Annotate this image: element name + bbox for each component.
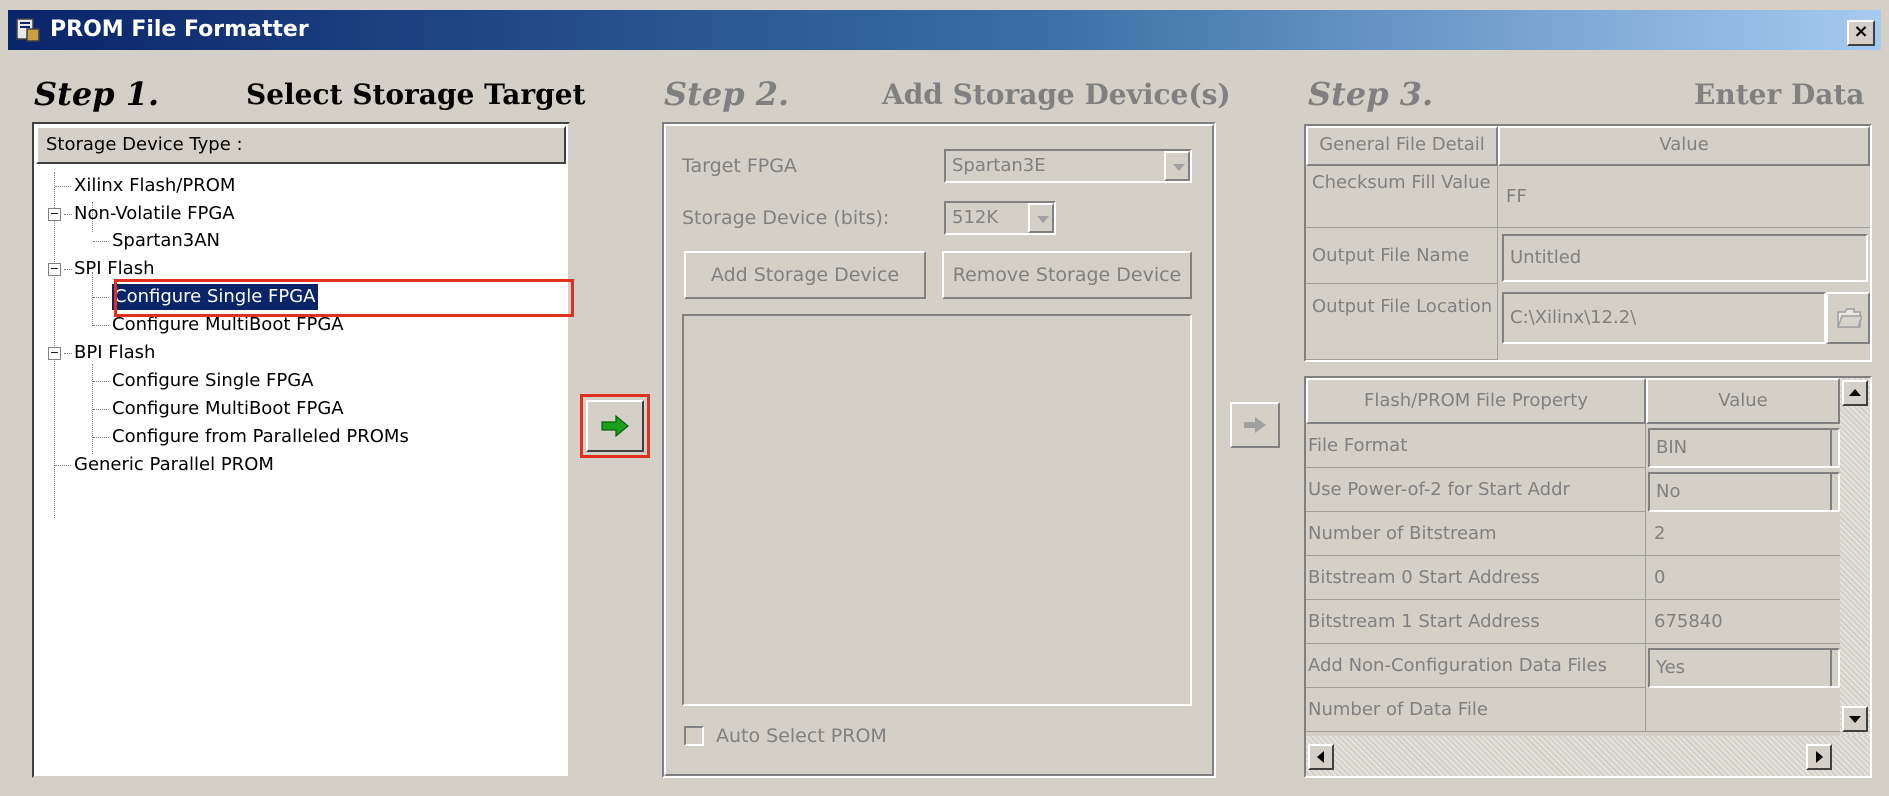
step2-number: Step 2. [664,75,790,113]
chevron-down-icon[interactable] [1164,151,1190,181]
storage-device-label: Storage Device (bits): [682,207,890,229]
bitstream-1-start-address-label: Bitstream 1 Start Address [1306,600,1646,644]
scroll-up-icon[interactable] [1842,380,1868,406]
step3-arrow-button[interactable] [1230,402,1280,448]
property-header-value: Value [1646,378,1840,424]
step3-title: Enter Data [1694,78,1865,111]
tree-item-spartan3an[interactable]: Spartan3AN [112,228,220,254]
arrow-right-icon [601,415,629,437]
browse-folder-button[interactable] [1826,292,1870,344]
auto-select-prom-checkbox[interactable] [684,726,704,746]
output-file-location-value: C:\Xilinx\12.2\ [1510,307,1637,328]
step3-number: Step 3. [1308,75,1434,113]
next-step-arrow-button[interactable] [586,400,644,452]
tree-line [55,465,71,466]
output-file-name-field[interactable]: Untitled [1502,234,1868,282]
general-header-value: Value [1498,126,1870,166]
tree-line [93,325,109,326]
horizontal-scrollbar[interactable] [1306,736,1870,776]
use-power-of-2-label: Use Power-of-2 for Start Addr [1306,468,1646,512]
number-of-data-file-value[interactable] [1646,688,1840,732]
bitstream-0-start-address-value[interactable]: 0 [1646,556,1840,600]
tree-item-non-volatile-fpga[interactable]: Non-Volatile FPGA [74,201,235,227]
scroll-right-icon[interactable] [1806,744,1832,770]
vertical-scrollbar[interactable] [1840,378,1870,736]
tree-item-xilinx-flash-prom[interactable]: Xilinx Flash/PROM [74,173,235,199]
scroll-left-icon[interactable] [1308,744,1334,770]
tree-item-bpi-configure-multiboot-fpga[interactable]: Configure MultiBoot FPGA [112,396,344,422]
file-format-label: File Format [1306,424,1646,468]
storage-device-tree[interactable]: Storage Device Type : − − − Xilinx Flash… [32,122,570,778]
tree-item-configure-from-paralleled-proms[interactable]: Configure from Paralleled PROMs [112,424,409,450]
storage-device-value: 512K [952,207,999,228]
use-power-of-2-select[interactable]: No [1648,472,1840,512]
tree-line [93,241,109,242]
number-of-bitstream-label: Number of Bitstream [1306,512,1646,556]
output-file-name-value: Untitled [1510,247,1582,268]
chevron-down-icon[interactable] [1028,203,1054,233]
bitstream-1-start-address-value[interactable]: 675840 [1646,600,1840,644]
output-file-location-label: Output File Location [1306,284,1498,360]
target-fpga-value: Spartan3E [952,155,1046,176]
prom-file-formatter-window: PROM File Formatter × Step 1. Select Sto… [0,0,1889,796]
output-file-location-field[interactable]: C:\Xilinx\12.2\ [1502,292,1826,344]
add-non-config-data-files-select[interactable]: Yes [1648,648,1840,688]
tree-item-bpi-flash[interactable]: BPI Flash [74,340,155,366]
step1-title: Select Storage Target [246,78,586,111]
output-file-name-label: Output File Name [1306,228,1498,284]
file-format-select[interactable]: BIN [1648,428,1840,468]
chevron-down-icon[interactable] [1830,474,1838,510]
storage-device-list[interactable] [682,314,1192,706]
step2-title: Add Storage Device(s) [882,78,1231,111]
arrow-right-icon [1244,417,1266,433]
tree-line [64,269,72,270]
close-icon[interactable]: × [1847,20,1875,46]
tree-line [93,297,109,298]
tree-line [55,186,71,187]
expander-icon[interactable]: − [48,208,61,221]
chevron-down-icon[interactable] [1830,650,1838,686]
add-non-config-data-files-value: Yes [1656,657,1686,678]
tree-line [64,214,72,215]
general-header-detail: General File Detail [1306,126,1498,166]
number-of-bitstream-value[interactable]: 2 [1646,512,1840,556]
expander-icon[interactable]: − [48,263,61,276]
tree-item-generic-parallel-prom[interactable]: Generic Parallel PROM [74,452,274,478]
file-format-value: BIN [1656,437,1688,458]
expander-icon[interactable]: − [48,347,61,360]
target-fpga-label: Target FPGA [682,155,797,177]
storage-device-select[interactable]: 512K [944,201,1056,235]
selection-highlight-box [114,279,574,317]
property-header-property: Flash/PROM File Property [1306,378,1646,424]
tree-line [54,172,55,518]
window-title: PROM File Formatter [50,17,309,42]
remove-storage-device-button[interactable]: Remove Storage Device [942,251,1192,299]
number-of-data-file-label: Number of Data File [1306,688,1646,732]
tree-line [93,381,109,382]
checksum-fill-value-label: Checksum Fill Value [1306,166,1498,228]
bitstream-0-start-address-label: Bitstream 0 Start Address [1306,556,1646,600]
scroll-down-icon[interactable] [1842,706,1868,732]
chevron-down-icon[interactable] [1830,430,1838,466]
tree-line [93,409,109,410]
checksum-fill-value[interactable]: FF [1498,166,1870,228]
use-power-of-2-value: No [1656,481,1681,502]
step1-number: Step 1. [34,75,160,113]
target-fpga-select[interactable]: Spartan3E [944,149,1192,183]
tree-line [64,353,72,354]
flash-prom-file-property-grid: Flash/PROM File Property Value File Form… [1304,376,1872,778]
tree-line [93,437,109,438]
folder-icon [1836,308,1862,328]
tree-header: Storage Device Type : [36,126,566,164]
title-bar: PROM File Formatter × [8,10,1881,50]
tree-item-bpi-configure-single-fpga[interactable]: Configure Single FPGA [112,368,314,394]
auto-select-prom-label: Auto Select PROM [716,725,887,747]
add-storage-device-button[interactable]: Add Storage Device [684,251,926,299]
app-icon [16,18,40,42]
general-file-detail-grid: General File Detail Value Checksum Fill … [1304,124,1872,362]
add-non-config-data-files-label: Add Non-Configuration Data Files [1306,644,1646,688]
